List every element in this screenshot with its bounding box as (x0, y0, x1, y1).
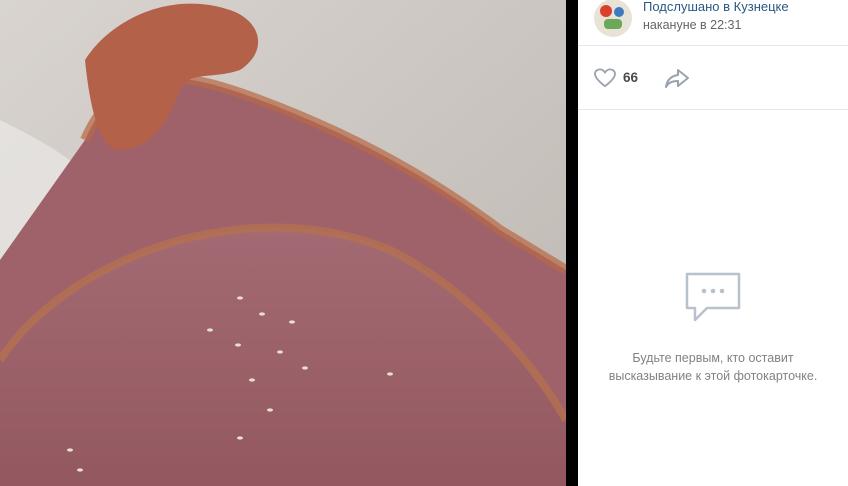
post-actions: 66 (578, 46, 848, 110)
photo-viewer: Подслушано в Кузнецке накануне в 22:31 6… (0, 0, 848, 486)
share-icon (665, 68, 690, 88)
post-header: Подслушано в Кузнецке накануне в 22:31 (578, 0, 848, 46)
heart-icon (594, 67, 616, 87)
post-panel: Подслушано в Кузнецке накануне в 22:31 6… (578, 0, 848, 486)
group-name-link[interactable]: Подслушано в Кузнецке (643, 0, 789, 15)
post-meta: Подслушано в Кузнецке накануне в 22:31 (643, 0, 789, 33)
viewer-divider (566, 0, 578, 486)
comments-empty-state: Будьте первым, кто оставит высказывание … (578, 268, 848, 385)
post-time[interactable]: накануне в 22:31 (643, 17, 789, 33)
share-button[interactable] (664, 67, 690, 89)
comment-bubble-icon (578, 268, 848, 333)
photo[interactable] (0, 0, 566, 486)
avatar[interactable] (594, 0, 632, 37)
photo-image (0, 0, 566, 486)
like-button[interactable]: 66 (594, 67, 639, 88)
comments-empty-text: Будьте первым, кто оставит высказывание … (578, 349, 848, 385)
comments-empty-line-1: Будьте первым, кто оставит (632, 351, 794, 365)
comments-empty-line-2: высказывание к этой фотокарточке. (608, 369, 818, 383)
like-count: 66 (623, 70, 639, 85)
